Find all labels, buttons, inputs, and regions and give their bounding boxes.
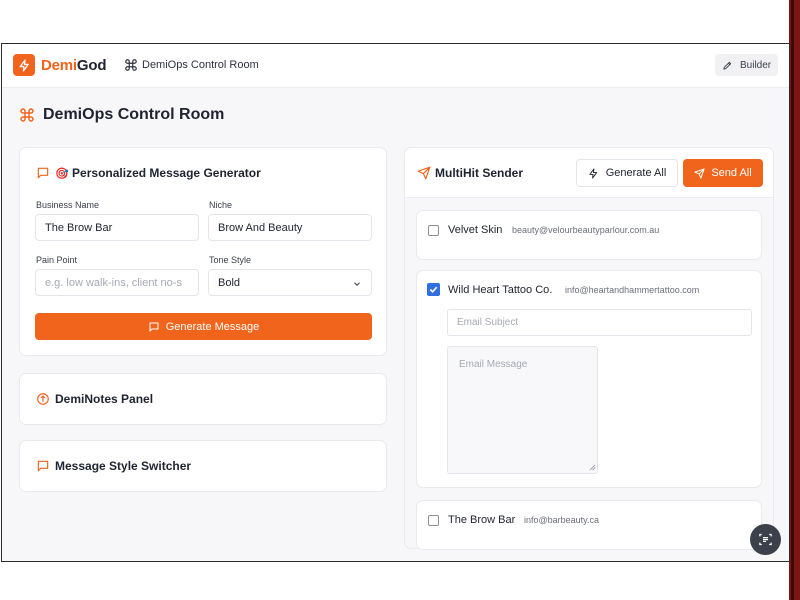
send-icon <box>694 167 705 179</box>
nav-title[interactable]: DemiOps Control Room <box>142 59 259 71</box>
message-square-icon <box>37 167 49 179</box>
recipient-name: Wild Heart Tattoo Co. <box>448 284 553 296</box>
deminotes-panel[interactable]: DemiNotes Panel <box>19 373 387 425</box>
send-all-button[interactable]: Send All <box>683 159 763 187</box>
deminotes-title: DemiNotes Panel <box>55 392 154 406</box>
generator-title: 🎯 Personalized Message Generator <box>55 166 261 180</box>
sender-title: MultiHit Sender <box>435 166 524 180</box>
pain-point-input[interactable]: e.g. low walk-ins, client no-s <box>35 269 199 296</box>
command-icon <box>20 108 34 122</box>
scan-text-icon <box>759 533 772 546</box>
tone-style-value: Bold <box>218 276 241 289</box>
pen-icon <box>723 61 732 70</box>
recipient-email: info@heartandhammertattoo.com <box>565 285 700 295</box>
background-stripe <box>791 0 794 600</box>
brand-name[interactable]: DemiGod <box>41 57 106 74</box>
target-emoji: 🎯 <box>55 168 69 180</box>
check-icon <box>429 286 438 293</box>
brand-part2: God <box>76 57 107 74</box>
recipient-card: The Brow Bar info@barbeauty.ca <box>416 500 762 550</box>
niche-input[interactable]: Brow And Beauty <box>208 214 372 241</box>
tone-style-label: Tone Style <box>209 255 252 265</box>
message-square-icon <box>37 460 49 472</box>
niche-label: Niche <box>209 200 233 210</box>
send-all-label: Send All <box>711 167 752 179</box>
recipient-card: Velvet Skin beauty@velourbeautyparlour.c… <box>416 210 762 260</box>
multihit-sender-card: MultiHit Sender Generate All Send All Ve… <box>404 147 774 550</box>
business-name-label: Business Name <box>36 200 100 210</box>
generate-message-label: Generate Message <box>165 320 260 333</box>
brand-part1: Demi <box>41 57 77 74</box>
pain-point-label: Pain Point <box>36 255 78 265</box>
generate-message-button[interactable]: Generate Message <box>35 313 372 340</box>
email-message-textarea[interactable]: Email Message <box>447 346 598 474</box>
recipient-checkbox[interactable] <box>428 515 439 526</box>
recipient-name: Velvet Skin <box>448 224 503 236</box>
generator-title-text: Personalized Message Generator <box>72 166 261 180</box>
resize-handle-icon[interactable] <box>589 464 596 471</box>
bolt-icon[interactable] <box>13 54 35 76</box>
page-title: DemiOps Control Room <box>43 106 225 123</box>
recipient-checkbox-checked[interactable] <box>427 283 440 296</box>
message-style-switcher-panel[interactable]: Message Style Switcher <box>19 440 387 492</box>
style-switcher-title: Message Style Switcher <box>55 459 192 473</box>
generate-all-label: Generate All <box>605 167 667 179</box>
recipient-name: The Brow Bar <box>448 514 516 526</box>
recipient-email: beauty@velourbeautyparlour.com.au <box>512 225 660 235</box>
message-square-icon <box>149 322 159 331</box>
builder-button[interactable]: Builder <box>715 54 778 76</box>
business-name-input[interactable]: The Brow Bar <box>35 214 199 241</box>
top-bar: DemiGod DemiOps Control Room Builder <box>2 44 789 88</box>
message-generator-card: 🎯 Personalized Message Generator Busines… <box>19 147 387 356</box>
tone-style-select[interactable]: Bold <box>208 269 372 296</box>
generate-all-button[interactable]: Generate All <box>576 159 678 187</box>
bolt-icon <box>589 167 597 179</box>
scan-text-button[interactable] <box>750 524 781 555</box>
recipient-email: info@barbeauty.ca <box>524 515 600 525</box>
email-subject-input[interactable]: Email Subject <box>447 309 752 336</box>
builder-label: Builder <box>740 59 772 71</box>
chevron-down-icon <box>354 282 360 286</box>
background-edge <box>789 0 800 600</box>
recipient-checkbox[interactable] <box>428 225 439 236</box>
compass-icon <box>37 393 49 405</box>
recipient-card: Wild Heart Tattoo Co. info@heartandhamme… <box>416 270 762 488</box>
command-icon <box>125 59 137 71</box>
app-window: DemiGod DemiOps Control Room Builder Dem… <box>1 43 790 562</box>
send-icon <box>417 166 431 180</box>
